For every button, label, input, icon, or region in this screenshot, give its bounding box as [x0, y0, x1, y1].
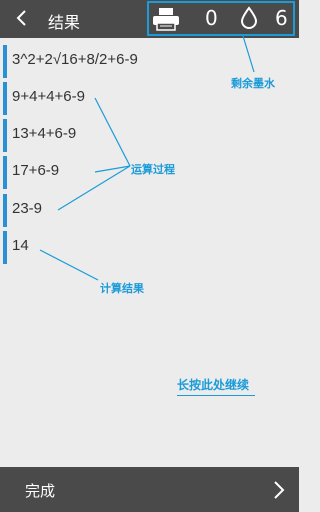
remaining-ink-callout: 剩余墨水: [231, 77, 275, 90]
long-press-continue-hint[interactable]: 长按此处继续: [177, 376, 256, 396]
result-callout: 计算结果: [100, 282, 144, 295]
bottom-bar[interactable]: 完成: [0, 467, 299, 512]
done-label[interactable]: 完成: [25, 480, 55, 501]
chevron-right-icon[interactable]: [270, 479, 288, 501]
process-callout: 运算过程: [131, 163, 175, 176]
